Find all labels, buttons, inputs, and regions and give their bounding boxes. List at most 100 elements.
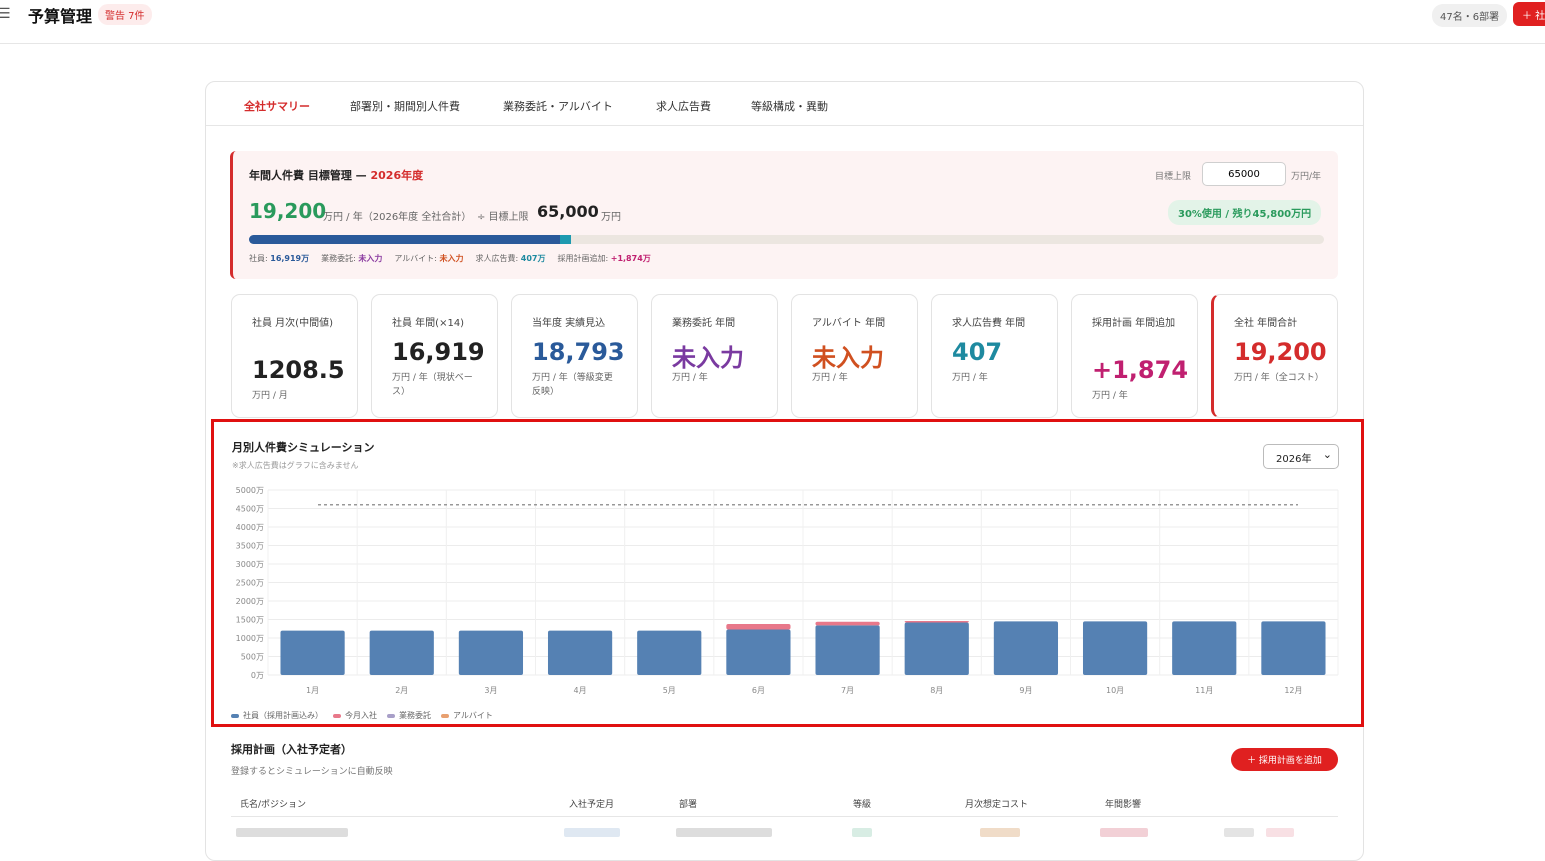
col-grade: 等級 xyxy=(853,800,872,810)
redacted-cell xyxy=(676,828,772,837)
add-employee-button[interactable]: ＋ 社 xyxy=(1513,2,1545,26)
legend-swatch xyxy=(333,713,341,718)
x-tick-label: 5月 xyxy=(663,686,676,695)
bar xyxy=(726,623,791,630)
tab-contract-parttime[interactable]: 業務委託・アルバイト xyxy=(503,98,613,114)
goal-value: 65,000 xyxy=(537,202,599,221)
legend-item[interactable]: 業務委託 xyxy=(387,710,431,721)
col-annual-impact: 年間影響 xyxy=(1105,800,1142,810)
redacted-cell xyxy=(236,828,348,837)
bar xyxy=(904,620,969,623)
kpi-value: 18,793 xyxy=(532,338,625,366)
tab-grade-transfer[interactable]: 等級構成・異動 xyxy=(751,98,828,114)
page-title: 予算管理 xyxy=(28,7,93,26)
x-tick-label: 3月 xyxy=(484,686,497,695)
kpi-unit: 万円 / 年 xyxy=(812,373,848,383)
kpi-card: 採用計画 年間追加 +1,874 万円 / 年 xyxy=(1071,294,1198,418)
staff-summary-chip: 47名・6部署 xyxy=(1432,4,1508,27)
col-department: 部署 xyxy=(679,800,698,810)
bar xyxy=(369,630,434,675)
annual-total: 19,200 xyxy=(249,199,327,223)
tab-bar: 全社サマリー 部署別・期間別人件費 業務委託・アルバイト 求人広告費 等級構成・… xyxy=(206,82,1363,126)
kpi-card: 社員 年間(×14) 16,919 万円 / 年（現状ベース） xyxy=(371,294,498,418)
bar xyxy=(993,621,1059,675)
bar xyxy=(726,629,791,675)
cost-breakdown: 社員: 16,919万 業務委託: 未入力 アルバイト: 未入力 求人広告費: 407… xyxy=(249,253,663,264)
y-tick-label: 0万 xyxy=(251,671,264,680)
x-tick-label: 4月 xyxy=(574,686,587,695)
legend-item[interactable]: 社員（採用計画込み） xyxy=(231,710,323,721)
add-hiring-plan-button[interactable]: ＋ 採用計画を追加 xyxy=(1231,748,1338,771)
x-tick-label: 10月 xyxy=(1106,686,1124,695)
y-tick-label: 3000万 xyxy=(236,560,264,569)
bar xyxy=(1082,621,1148,675)
redacted-cell xyxy=(564,828,620,837)
x-tick-label: 7月 xyxy=(841,686,854,695)
hamburger-icon[interactable]: ☰ xyxy=(0,6,11,22)
x-tick-label: 1月 xyxy=(306,686,319,695)
y-tick-label: 2500万 xyxy=(236,579,264,588)
chevron-down-icon: ⌄ xyxy=(1322,448,1332,461)
y-tick-label: 500万 xyxy=(241,653,264,662)
legend-item[interactable]: 今月入社 xyxy=(333,710,377,721)
kpi-value: 407 xyxy=(952,338,1003,366)
kpi-label: 社員 年間(×14) xyxy=(392,318,465,329)
kpi-label: 当年度 実績見込 xyxy=(532,318,606,329)
y-tick-label: 4500万 xyxy=(236,505,264,514)
bar xyxy=(637,630,702,675)
limit-input[interactable] xyxy=(1202,162,1286,186)
y-tick-label: 4000万 xyxy=(236,523,264,532)
kpi-label: 全社 年間合計 xyxy=(1234,318,1298,329)
kpi-unit: 万円 / 年（全コスト） xyxy=(1234,373,1324,383)
col-name-position: 氏名/ポジション xyxy=(240,800,307,810)
x-tick-label: 8月 xyxy=(930,686,943,695)
kpi-label: 業務委託 年間 xyxy=(672,318,736,329)
chart-title: 月別人件費シミュレーション xyxy=(232,441,375,454)
bar xyxy=(1172,621,1237,675)
y-tick-label: 1500万 xyxy=(236,616,264,625)
kpi-unit: 万円 / 年 xyxy=(1092,391,1128,401)
limit-label: 目標上限 xyxy=(1155,172,1192,182)
kpi-value: 未入力 xyxy=(812,344,884,372)
kpi-card: 当年度 実績見込 18,793 万円 / 年（等級変更反映） xyxy=(511,294,638,418)
goal-unit: 万円 xyxy=(601,212,621,223)
legend-swatch xyxy=(441,713,449,718)
redacted-cell xyxy=(852,828,872,837)
legend-swatch xyxy=(387,713,395,718)
annual-target-box: 年間人件費 目標管理 — 2026年度 目標上限 万円/年 19,200 万円 … xyxy=(230,151,1338,279)
legend-item[interactable]: アルバイト xyxy=(441,710,493,721)
kpi-unit: 万円 / 年（現状ベース） xyxy=(392,373,473,397)
x-tick-label: 6月 xyxy=(752,686,765,695)
kpi-unit: 万円 / 年 xyxy=(952,373,988,383)
usage-progress-bar xyxy=(249,235,1324,244)
goal-separator: ÷ 目標上限 xyxy=(477,212,529,223)
usage-progress-fill-employees xyxy=(249,235,561,244)
breakdown-item: 業務委託: 未入力 xyxy=(321,254,383,263)
bar xyxy=(815,621,880,626)
chart-note: ※求人広告費はグラフに含みません xyxy=(232,461,359,470)
bar xyxy=(458,630,524,675)
kpi-value: 16,919 xyxy=(392,338,485,366)
legend-swatch xyxy=(231,713,239,718)
target-title: 年間人件費 目標管理 — 2026年度 xyxy=(249,169,424,182)
y-tick-label: 2000万 xyxy=(236,597,264,606)
year-select[interactable]: 2026年 ⌄ xyxy=(1263,444,1339,469)
kpi-value: 19,200 xyxy=(1234,338,1327,366)
kpi-label: アルバイト 年間 xyxy=(812,318,886,329)
breakdown-item: アルバイト: 未入力 xyxy=(394,254,464,263)
redacted-cell[interactable] xyxy=(1266,828,1294,837)
kpi-value: 1208.5 xyxy=(252,356,345,384)
top-bar: ☰ 予算管理 警告 7件 47名・6部署 ＋ 社 xyxy=(0,0,1545,44)
usage-progress-fill-ads xyxy=(560,235,572,244)
bar xyxy=(280,630,345,675)
tab-company-summary[interactable]: 全社サマリー xyxy=(244,98,310,114)
redacted-cell xyxy=(1100,828,1148,837)
bar xyxy=(815,625,880,675)
limit-unit: 万円/年 xyxy=(1291,172,1322,182)
tab-job-ads[interactable]: 求人広告費 xyxy=(656,98,711,114)
tab-department-period[interactable]: 部署別・期間別人件費 xyxy=(350,98,460,114)
warning-badge[interactable]: 警告 7件 xyxy=(98,4,152,25)
redacted-cell[interactable] xyxy=(1224,828,1254,837)
kpi-value: +1,874 xyxy=(1092,356,1189,384)
bar xyxy=(904,622,969,675)
